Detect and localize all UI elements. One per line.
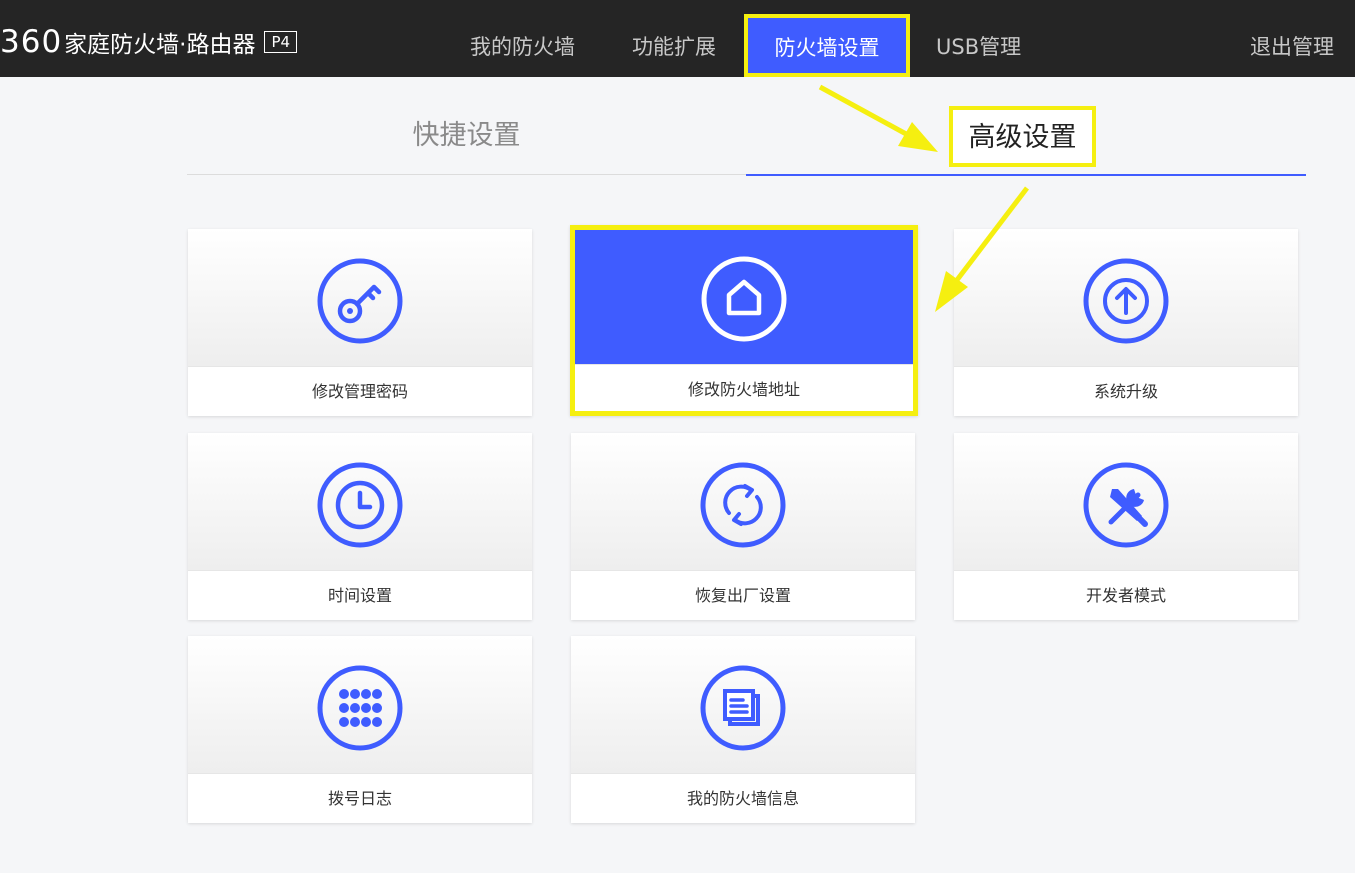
card-label: 修改防火墙地址 — [575, 364, 913, 411]
card-label: 我的防火墙信息 — [571, 773, 915, 823]
nav-my-firewall[interactable]: 我的防火墙 — [470, 20, 575, 75]
grid-dots-icon — [317, 665, 403, 751]
nav-firewall-settings-label: 防火墙设置 — [774, 36, 880, 60]
card-label: 开发者模式 — [954, 570, 1298, 620]
card-developer-mode[interactable]: 开发者模式 — [954, 433, 1298, 620]
card-time-settings[interactable]: 时间设置 — [188, 433, 532, 620]
model-badge: P4 — [264, 31, 298, 53]
card-label: 拨号日志 — [188, 773, 532, 823]
card-my-firewall-info[interactable]: 我的防火墙信息 — [571, 636, 915, 823]
nav-firewall-settings[interactable]: 防火墙设置 — [744, 14, 910, 77]
logo[interactable]: 360 家庭防火墙·路由器 P4 — [0, 22, 298, 62]
card-label: 时间设置 — [188, 570, 532, 620]
key-icon — [317, 258, 403, 344]
logo-text: 家庭防火墙·路由器 — [64, 32, 256, 58]
card-change-admin-password[interactable]: 修改管理密码 — [188, 229, 532, 416]
card-system-upgrade[interactable]: 系统升级 — [954, 229, 1298, 416]
tab-quick-settings[interactable]: 快捷设置 — [187, 113, 746, 152]
tab-advanced-settings[interactable]: 高级设置 — [949, 106, 1096, 167]
card-factory-reset[interactable]: 恢复出厂设置 — [571, 433, 915, 620]
top-bar: 360 家庭防火墙·路由器 P4 我的防火墙 功能扩展 防火墙设置 USB管理 … — [0, 0, 1355, 77]
arrow-head-advanced-tab — [898, 122, 938, 152]
upload-arrow-icon — [1083, 258, 1169, 344]
nav-usb-management[interactable]: USB管理 — [936, 20, 1021, 75]
nav-extensions[interactable]: 功能扩展 — [632, 20, 716, 75]
card-change-firewall-address[interactable]: 修改防火墙地址 — [570, 225, 918, 416]
card-dial-log[interactable]: 拨号日志 — [188, 636, 532, 823]
card-label: 恢复出厂设置 — [571, 570, 915, 620]
logout-link[interactable]: 退出管理 — [1250, 20, 1334, 75]
refresh-icon — [700, 462, 786, 548]
logo-number: 360 — [0, 24, 63, 60]
tools-icon — [1083, 462, 1169, 548]
document-icon — [700, 665, 786, 751]
home-icon — [701, 256, 787, 342]
arrow-to-advanced-tab — [818, 84, 910, 138]
card-label: 修改管理密码 — [188, 366, 532, 416]
card-label: 系统升级 — [954, 366, 1298, 416]
tabs-active-indicator — [746, 174, 1306, 176]
clock-icon — [317, 462, 403, 548]
